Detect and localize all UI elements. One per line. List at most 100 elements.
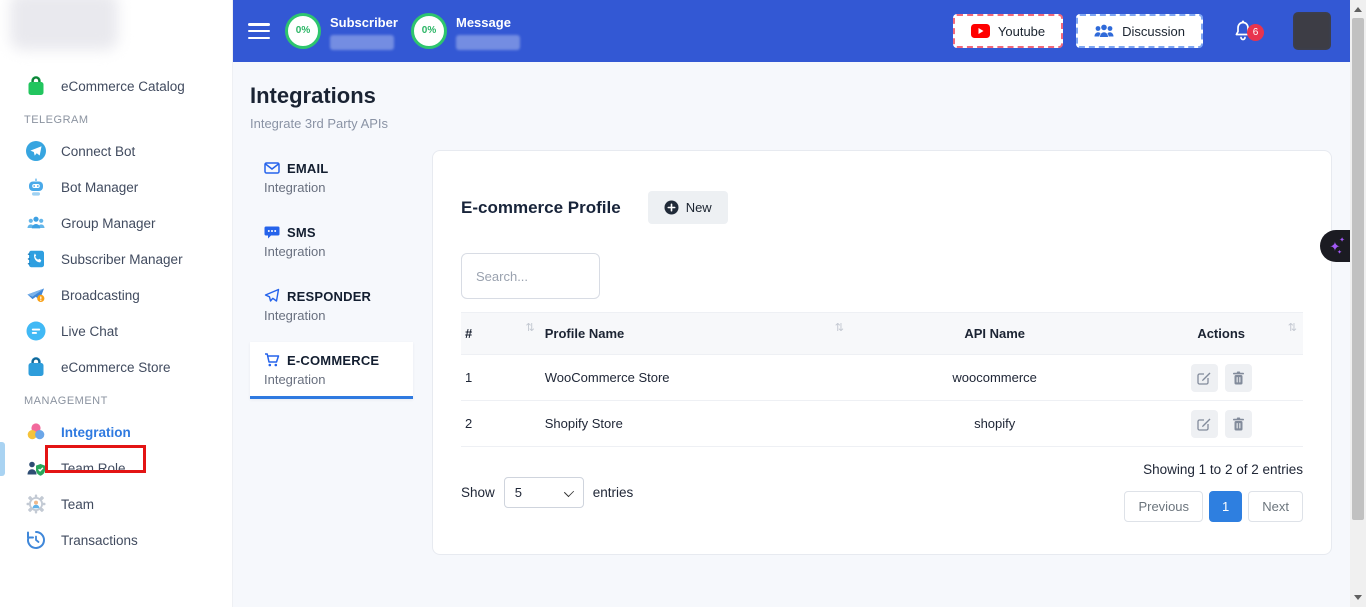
sidebar-item-broadcasting[interactable]: Broadcasting — [0, 277, 232, 313]
sidebar-item-connect-bot[interactable]: Connect Bot — [0, 133, 232, 169]
profiles-table: # ⇅ Profile Name ⇅ API Name — [461, 312, 1303, 447]
ai-assistant-fab[interactable]: ✦ ✦ ✦ — [1320, 230, 1350, 262]
sms-icon — [264, 224, 280, 240]
annotation-highlight-box — [45, 445, 146, 473]
integration-circles-icon — [24, 420, 48, 444]
profile-name-cell: WooCommerce Store — [541, 355, 850, 401]
page-title: Integrations — [250, 83, 1332, 109]
message-redacted-value — [456, 35, 520, 50]
subscriber-stat: 0% Subscriber — [285, 13, 397, 50]
ecommerce-profile-card: E-commerce Profile New — [432, 150, 1332, 555]
profile-name-cell: Shopify Store — [541, 401, 850, 447]
sort-icon[interactable]: ⇅ — [835, 321, 844, 334]
tab-subtitle: Integration — [264, 244, 399, 259]
scroll-down-arrow[interactable] — [1354, 595, 1362, 600]
sidebar-item-ecommerce-store[interactable]: eCommerce Store — [0, 349, 232, 385]
broadcast-plane-icon — [24, 283, 48, 307]
page-subtitle: Integrate 3rd Party APIs — [250, 116, 1332, 131]
message-stat-label: Message — [456, 15, 520, 30]
group-icon — [24, 211, 48, 235]
delete-button[interactable] — [1225, 410, 1252, 438]
tab-subtitle: Integration — [264, 372, 399, 387]
tab-title: EMAIL — [287, 161, 328, 176]
column-header-num[interactable]: # ⇅ — [461, 313, 541, 355]
table-header-row: # ⇅ Profile Name ⇅ API Name — [461, 313, 1303, 355]
sidebar-item-bot-manager[interactable]: Bot Manager — [0, 169, 232, 205]
sidebar-item-label: eCommerce Catalog — [61, 79, 185, 94]
sidebar-item-label: eCommerce Store — [61, 360, 171, 375]
sidebar-item-ecommerce-catalog[interactable]: eCommerce Catalog — [0, 68, 232, 104]
column-header-actions[interactable]: Actions ⇅ — [1139, 313, 1303, 355]
show-label: Show — [461, 485, 495, 500]
tab-sms-integration[interactable]: SMS Integration — [250, 214, 413, 268]
tab-email-integration[interactable]: EMAIL Integration — [250, 150, 413, 204]
contact-book-icon — [24, 247, 48, 271]
new-profile-button[interactable]: New — [648, 191, 728, 224]
tab-title: RESPONDER — [287, 289, 371, 304]
next-page-button[interactable]: Next — [1248, 491, 1303, 522]
discussion-users-icon — [1094, 24, 1114, 39]
notifications-button[interactable]: 6 — [1231, 18, 1255, 44]
sidebar-item-transactions[interactable]: Transactions — [0, 522, 232, 558]
sidebar-item-label: Integration — [61, 425, 131, 440]
page-content: Integrations Integrate 3rd Party APIs EM… — [233, 62, 1350, 607]
entries-per-page-select[interactable]: 5 — [504, 477, 584, 508]
scroll-up-arrow[interactable] — [1354, 7, 1362, 12]
sidebar: eCommerce Catalog TELEGRAM Connect Bot — [0, 0, 233, 607]
tab-title: E-COMMERCE — [287, 353, 379, 368]
sidebar-item-team[interactable]: Team — [0, 486, 232, 522]
delete-button[interactable] — [1225, 364, 1252, 392]
sidebar-section-management: MANAGEMENT — [24, 395, 232, 407]
tab-title: SMS — [287, 225, 316, 240]
sparkle-icon: ✦ — [1339, 236, 1345, 244]
sidebar-item-label: Team — [61, 497, 94, 512]
column-header-profile-name[interactable]: Profile Name ⇅ — [541, 313, 850, 355]
sort-icon[interactable]: ⇅ — [526, 321, 535, 334]
tab-ecommerce-integration[interactable]: E-COMMERCE Integration — [250, 342, 413, 399]
message-progress-ring: 0% — [411, 13, 447, 49]
row-number: 2 — [461, 401, 541, 447]
plus-circle-icon — [664, 200, 679, 215]
edit-button[interactable] — [1191, 410, 1218, 438]
tab-responder-integration[interactable]: RESPONDER Integration — [250, 278, 413, 332]
sidebar-item-label: Broadcasting — [61, 288, 140, 303]
entries-label: entries — [593, 485, 634, 500]
discussion-button[interactable]: Discussion — [1076, 14, 1203, 48]
page-1-button[interactable]: 1 — [1209, 491, 1242, 522]
search-input[interactable] — [461, 253, 600, 299]
sidebar-section-telegram: TELEGRAM — [24, 114, 232, 126]
subscriber-redacted-value — [330, 35, 394, 50]
column-header-api-name[interactable]: API Name — [850, 313, 1139, 355]
sidebar-item-group-manager[interactable]: Group Manager — [0, 205, 232, 241]
sort-icon[interactable]: ⇅ — [1288, 321, 1297, 334]
discussion-button-label: Discussion — [1122, 24, 1185, 39]
youtube-button-label: Youtube — [998, 24, 1045, 39]
sidebar-item-subscriber-manager[interactable]: Subscriber Manager — [0, 241, 232, 277]
sidebar-item-live-chat[interactable]: Live Chat — [0, 313, 232, 349]
youtube-button[interactable]: Youtube — [953, 14, 1063, 48]
previous-page-button[interactable]: Previous — [1124, 491, 1203, 522]
edit-button[interactable] — [1191, 364, 1218, 392]
app-window: eCommerce Catalog TELEGRAM Connect Bot — [0, 0, 1350, 607]
show-entries-control: Show 5 entries — [461, 462, 633, 522]
message-stat: 0% Message — [411, 13, 523, 50]
main-area: 0% Subscriber 0% Message Youtube — [233, 0, 1350, 607]
new-button-label: New — [686, 200, 712, 215]
responder-send-icon — [264, 288, 280, 304]
pagination: Previous 1 Next — [1124, 491, 1303, 522]
scrollbar-thumb[interactable] — [1352, 18, 1364, 520]
sidebar-item-label: Group Manager — [61, 216, 156, 231]
sidebar-item-label: Connect Bot — [61, 144, 135, 159]
row-number: 1 — [461, 355, 541, 401]
app-logo — [10, 0, 118, 50]
sparkle-icon: ✦ — [1337, 249, 1342, 256]
user-avatar[interactable] — [1293, 12, 1331, 50]
vertical-scrollbar[interactable] — [1350, 0, 1366, 607]
cart-icon — [264, 352, 280, 368]
api-name-cell: woocommerce — [850, 355, 1139, 401]
hamburger-menu-icon[interactable] — [248, 23, 270, 39]
team-gear-icon — [24, 492, 48, 516]
youtube-icon — [971, 24, 990, 38]
integration-subnav: EMAIL Integration SMS — [250, 150, 413, 409]
sidebar-item-label: Live Chat — [61, 324, 118, 339]
